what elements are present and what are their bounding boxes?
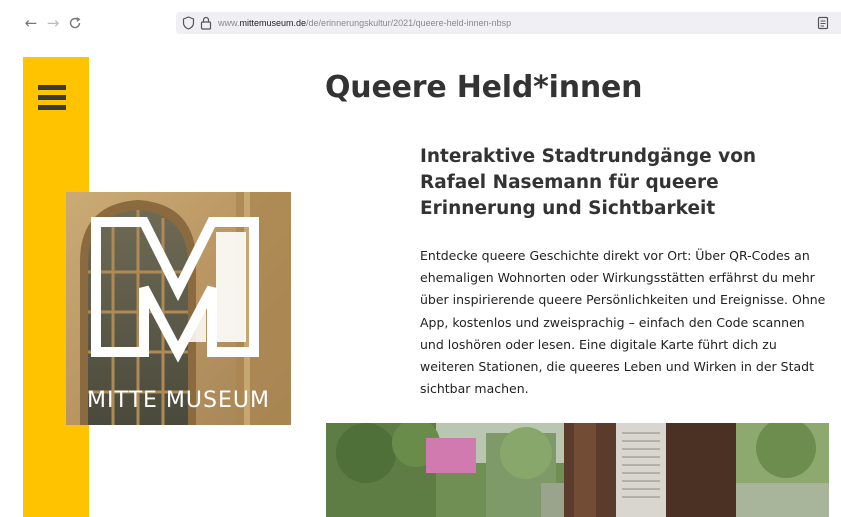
article-photo <box>326 423 829 517</box>
menu-bar-bottom <box>38 105 66 110</box>
browser-toolbar: ← → www.mittemuseum.de/de/erinnerungskul… <box>0 0 841 44</box>
url-domain: mittemuseum.de <box>239 18 307 28</box>
photo-image <box>326 423 829 517</box>
page: ← → www.mittemuseum.de/de/erinnerungskul… <box>0 0 841 517</box>
address-bar[interactable]: www.mittemuseum.de/de/erinnerungskultur/… <box>176 12 841 34</box>
menu-bar-middle <box>38 95 66 100</box>
forward-button[interactable]: → <box>44 14 62 32</box>
menu-bar-top <box>38 85 66 90</box>
logo-wordmark: MITTE MUSEUM <box>87 388 270 413</box>
url-path: /de/erinnerungskultur/2021/queere-held-i… <box>306 18 512 28</box>
reload-button[interactable] <box>66 14 84 32</box>
url-prefix: www. <box>218 18 240 28</box>
page-title: Queere Held*innen <box>325 70 643 105</box>
article-subtitle: Interaktive Stadtrundgänge von Rafael Na… <box>420 146 757 219</box>
lock-icon[interactable] <box>200 16 212 30</box>
reload-icon <box>69 17 81 29</box>
reader-view-icon[interactable] <box>817 16 829 30</box>
article-body: Entdecke queere Geschichte direkt vor Or… <box>420 248 826 397</box>
hamburger-menu-icon[interactable] <box>38 85 66 111</box>
back-button[interactable]: ← <box>22 14 40 32</box>
mitte-museum-logo[interactable]: MITTE MUSEUM <box>66 192 291 425</box>
url-text[interactable]: www.mittemuseum.de/de/erinnerungskultur/… <box>218 16 511 30</box>
tracking-shield-icon[interactable] <box>182 16 195 30</box>
